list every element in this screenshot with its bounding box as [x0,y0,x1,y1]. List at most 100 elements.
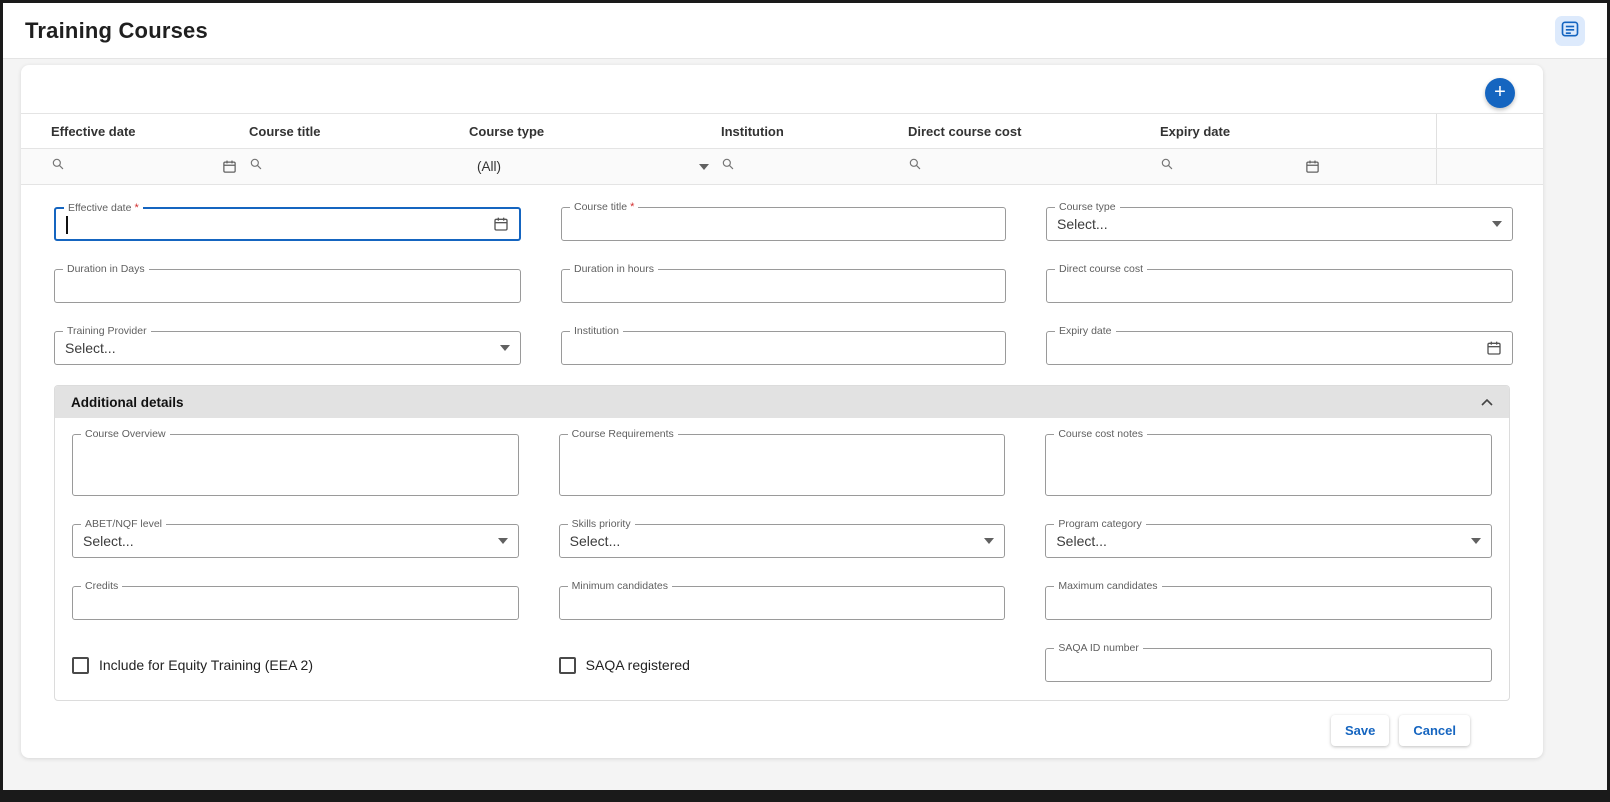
calendar-icon[interactable] [1476,332,1512,364]
calendar-icon[interactable] [222,159,237,174]
equity-training-label: Include for Equity Training (EEA 2) [99,657,313,673]
page-title: Training Courses [25,18,208,44]
column-header-commands [1437,114,1543,148]
institution-label: Institution [574,325,619,337]
filter-cell-institution[interactable] [721,149,908,184]
course-cost-notes-field[interactable]: Course cost notes [1045,434,1492,496]
program-category-field[interactable]: Program category Select... [1045,524,1492,558]
chevron-down-icon[interactable] [488,525,518,557]
search-icon [1160,157,1174,176]
course-overview-textarea[interactable] [73,435,518,495]
column-header-effective-date[interactable]: Effective date [51,114,249,148]
training-provider-field[interactable]: Training Provider Select... [54,331,521,365]
additional-details-body: Course Overview Course Requirements Cour… [55,418,1509,700]
minimum-candidates-field[interactable]: Minimum candidates [559,586,1006,620]
institution-input[interactable] [562,332,1005,364]
filter-cell-direct-course-cost[interactable] [908,149,1160,184]
course-overview-label: Course Overview [85,428,166,440]
column-header-direct-course-cost[interactable]: Direct course cost [908,114,1160,148]
skills-priority-field[interactable]: Skills priority Select... [559,524,1006,558]
course-type-field[interactable]: Course type Select... [1046,207,1513,241]
course-requirements-textarea[interactable] [560,435,1005,495]
duration-days-field[interactable]: Duration in Days [54,269,521,303]
abet-nqf-level-field[interactable]: ABET/NQF level Select... [72,524,519,558]
training-provider-label: Training Provider [67,325,147,337]
effective-date-field[interactable]: Effective date* [54,207,521,241]
saqa-id-number-field[interactable]: SAQA ID number [1045,648,1492,682]
required-marker: * [630,201,634,213]
saqa-registered-label: SAQA registered [586,657,690,673]
required-marker: * [134,202,138,214]
skills-priority-label: Skills priority [572,518,631,530]
equity-training-checkbox[interactable] [72,657,89,674]
duration-hours-field[interactable]: Duration in hours [561,269,1006,303]
grid-view-settings-button[interactable] [1555,16,1585,46]
cancel-button[interactable]: Cancel [1399,715,1470,746]
saqa-id-number-label: SAQA ID number [1058,642,1139,654]
institution-field[interactable]: Institution [561,331,1006,365]
saqa-registered-checkbox[interactable] [559,657,576,674]
skills-priority-value: Select... [560,533,975,549]
add-course-button[interactable]: + [1485,78,1515,108]
chevron-down-icon[interactable] [1482,208,1512,240]
calendar-icon[interactable] [1305,159,1320,174]
program-category-label: Program category [1058,518,1141,530]
column-header-course-type[interactable]: Course type [469,114,721,148]
top-bar: Training Courses [3,3,1607,59]
filter-cell-commands [1437,149,1543,184]
text-caret [66,216,68,234]
search-icon [721,157,735,176]
chevron-down-icon[interactable] [490,332,520,364]
calendar-icon[interactable] [483,209,519,239]
chevron-up-icon[interactable] [1481,393,1493,411]
filter-cell-effective-date[interactable] [51,149,249,184]
course-cost-notes-textarea[interactable] [1046,435,1491,495]
program-category-value: Select... [1046,533,1461,549]
course-type-value: Select... [1047,216,1482,232]
equity-training-checkbox-item[interactable]: Include for Equity Training (EEA 2) [72,657,519,674]
training-provider-value: Select... [55,340,490,356]
duration-hours-label: Duration in hours [574,263,654,275]
expiry-date-label: Expiry date [1059,325,1112,337]
effective-date-label: Effective date [68,202,131,214]
chevron-down-icon[interactable] [974,525,1004,557]
column-header-expiry-date[interactable]: Expiry date [1160,114,1437,148]
course-overview-field[interactable]: Course Overview [72,434,519,496]
credits-input[interactable] [73,587,518,619]
credits-field[interactable]: Credits [72,586,519,620]
column-header-institution[interactable]: Institution [721,114,908,148]
filter-cell-course-type[interactable]: (All) [469,149,721,184]
column-header-course-title[interactable]: Course title [249,114,469,148]
additional-details-title: Additional details [71,395,184,410]
save-button[interactable]: Save [1331,715,1389,746]
saqa-registered-checkbox-item[interactable]: SAQA registered [559,657,1006,674]
grid-filter-row: (All) [21,149,1543,185]
edit-form: Effective date* Course title* [21,185,1543,758]
expiry-date-field[interactable]: Expiry date [1046,331,1513,365]
course-title-field[interactable]: Course title* [561,207,1006,241]
filter-cell-expiry-date[interactable] [1160,149,1437,184]
training-courses-card: + Effective date Course title Course typ… [21,65,1543,758]
chevron-down-icon[interactable] [699,164,709,170]
search-icon [249,157,263,176]
direct-course-cost-field[interactable]: Direct course cost [1046,269,1513,303]
search-icon [908,157,922,176]
maximum-candidates-label: Maximum candidates [1058,580,1157,592]
abet-nqf-level-label: ABET/NQF level [85,518,162,530]
course-requirements-label: Course Requirements [572,428,674,440]
course-requirements-field[interactable]: Course Requirements [559,434,1006,496]
app-window: Training Courses + Effective date Course… [0,0,1610,802]
course-type-filter-value: (All) [477,159,501,174]
grid-toolbar: + [21,77,1543,113]
additional-details-header[interactable]: Additional details [55,386,1509,418]
abet-nqf-level-value: Select... [73,533,488,549]
chevron-down-icon[interactable] [1461,525,1491,557]
search-icon [51,157,65,176]
filter-cell-course-title[interactable] [249,149,469,184]
form-actions: Save Cancel [54,701,1510,758]
grid-header-row: Effective date Course title Course type … [21,113,1543,149]
credits-label: Credits [85,580,118,592]
list-view-icon [1560,19,1580,42]
maximum-candidates-field[interactable]: Maximum candidates [1045,586,1492,620]
additional-details-section: Additional details Course Overview Cours… [54,385,1510,701]
